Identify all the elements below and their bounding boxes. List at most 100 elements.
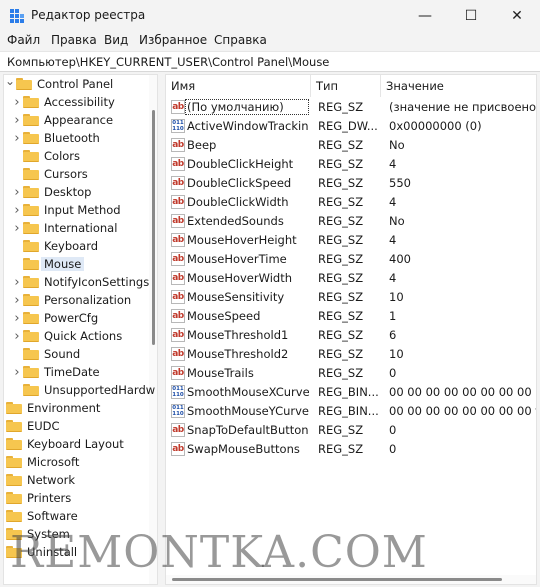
tree-item-label: Environment bbox=[27, 401, 101, 415]
value-row[interactable]: ab DoubleClickSpeed REG_SZ 550 bbox=[166, 174, 536, 193]
chevron-right-icon[interactable]: › bbox=[11, 183, 23, 201]
values-scrollbar-thumb[interactable] bbox=[172, 578, 502, 581]
tree-scrollbar[interactable] bbox=[149, 75, 157, 584]
value-type: REG_SZ bbox=[318, 252, 364, 266]
value-data: 0 bbox=[389, 442, 397, 456]
tree-item[interactable]: › TimeDate bbox=[11, 363, 99, 381]
value-row[interactable]: ab MouseHoverHeight REG_SZ 4 bbox=[166, 231, 536, 250]
column-header-type[interactable]: Тип bbox=[311, 75, 381, 97]
tree-item[interactable]: › Personalization bbox=[11, 291, 131, 309]
value-row[interactable]: ab (По умолчанию) REG_SZ (значение не присв… bbox=[166, 98, 536, 117]
menu-file[interactable]: Файл bbox=[7, 33, 40, 47]
chevron-right-icon[interactable]: › bbox=[11, 219, 23, 237]
folder-icon bbox=[23, 240, 39, 252]
value-row[interactable]: ab MouseSpeed REG_SZ 1 bbox=[166, 307, 536, 326]
tree-item[interactable]: Mouse bbox=[11, 255, 85, 273]
chevron-right-icon[interactable]: › bbox=[11, 273, 23, 291]
value-row[interactable]: ab SwapMouseButtons REG_SZ 0 bbox=[166, 440, 536, 459]
tree-item[interactable]: › Bluetooth bbox=[11, 129, 99, 147]
string-value-icon: ab bbox=[171, 195, 185, 209]
tree-item[interactable]: › International bbox=[11, 219, 117, 237]
menu-favorites[interactable]: Избранное bbox=[139, 33, 207, 47]
value-row[interactable]: ab DoubleClickHeight REG_SZ 4 bbox=[166, 155, 536, 174]
values-list[interactable]: Имя Тип Значение ab (По умолчанию) REG_SZ(… bbox=[165, 74, 537, 585]
menu-view[interactable]: Вид bbox=[104, 33, 128, 47]
value-row[interactable]: ab ExtendedSounds REG_SZ No bbox=[166, 212, 536, 231]
column-header-name[interactable]: Имя bbox=[166, 75, 311, 97]
tree-item[interactable]: EUDC bbox=[4, 417, 60, 435]
value-row[interactable]: 011 110 SmoothMouseXCurve REG_BIN... 00 00 0… bbox=[166, 383, 536, 402]
tree-item[interactable]: Cursors bbox=[11, 165, 88, 183]
folder-icon bbox=[6, 456, 22, 468]
chevron-right-icon[interactable]: › bbox=[11, 93, 23, 111]
tree-item[interactable]: › Quick Actions bbox=[11, 327, 122, 345]
close-button[interactable]: ✕ bbox=[494, 0, 540, 31]
folder-icon bbox=[23, 330, 39, 342]
value-row[interactable]: ab Beep REG_SZ No bbox=[166, 136, 536, 155]
minimize-icon: — bbox=[418, 7, 432, 24]
column-header-value[interactable]: Значение bbox=[381, 75, 536, 97]
folder-icon bbox=[23, 150, 39, 162]
string-value-icon: ab bbox=[171, 214, 185, 228]
pane-splitter[interactable] bbox=[158, 74, 165, 585]
chevron-right-icon[interactable]: › bbox=[11, 111, 23, 129]
string-value-icon: ab bbox=[171, 347, 185, 361]
value-row[interactable]: ab MouseThreshold1 REG_SZ 6 bbox=[166, 326, 536, 345]
folder-icon bbox=[23, 168, 39, 180]
tree-item[interactable]: ⌄ Control Panel bbox=[4, 75, 113, 93]
tree-item[interactable]: Software bbox=[4, 507, 78, 525]
folder-icon bbox=[16, 78, 32, 90]
tree-item[interactable]: › Input Method bbox=[11, 201, 120, 219]
value-row[interactable]: ab DoubleClickWidth REG_SZ 4 bbox=[166, 193, 536, 212]
value-row[interactable]: ab MouseHoverWidth REG_SZ 4 bbox=[166, 269, 536, 288]
chevron-right-icon[interactable]: › bbox=[11, 327, 23, 345]
address-bar[interactable]: Компьютер\HKEY_CURRENT_USER\Control Pane… bbox=[0, 51, 540, 72]
tree-item[interactable]: UnsupportedHardw bbox=[11, 381, 155, 399]
value-row[interactable]: 011 110 SmoothMouseYCurve REG_BIN... 00 00 0… bbox=[166, 402, 536, 421]
chevron-down-icon[interactable]: ⌄ bbox=[4, 75, 16, 90]
tree-item[interactable]: Sound bbox=[11, 345, 80, 363]
value-row[interactable]: ab SnapToDefaultButton REG_SZ 0 bbox=[166, 421, 536, 440]
tree-item[interactable]: › PowerCfg bbox=[11, 309, 98, 327]
chevron-right-icon[interactable]: › bbox=[11, 129, 23, 147]
value-row[interactable]: 011 110 ActiveWindowTracking REG_DW... 0x000… bbox=[166, 117, 536, 136]
tree-item[interactable]: Environment bbox=[4, 399, 100, 417]
value-row[interactable]: ab MouseSensitivity REG_SZ 10 bbox=[166, 288, 536, 307]
tree-item[interactable]: › Accessibility bbox=[11, 93, 115, 111]
tree-scrollbar-thumb[interactable] bbox=[152, 110, 155, 345]
folder-icon bbox=[23, 294, 39, 306]
value-data: 10 bbox=[389, 347, 404, 361]
minimize-button[interactable]: — bbox=[402, 0, 448, 31]
value-data: 0 bbox=[389, 366, 397, 380]
tree-item[interactable]: › Appearance bbox=[11, 111, 113, 129]
value-name: DoubleClickHeight bbox=[187, 157, 294, 171]
menu-edit[interactable]: Правка bbox=[51, 33, 97, 47]
value-type: REG_SZ bbox=[318, 290, 364, 304]
tree-item[interactable]: Keyboard bbox=[11, 237, 98, 255]
registry-tree[interactable]: ⌄ Control Panel › Accessibility › Appearance ›… bbox=[3, 74, 158, 585]
tree-item[interactable]: Network bbox=[4, 471, 75, 489]
chevron-right-icon[interactable]: › bbox=[11, 309, 23, 327]
tree-item[interactable]: › NotifyIconSettings bbox=[11, 273, 149, 291]
tree-item[interactable]: Keyboard Layout bbox=[4, 435, 124, 453]
value-type: REG_SZ bbox=[318, 157, 364, 171]
tree-item-label: Accessibility bbox=[44, 95, 115, 109]
values-horizontal-scrollbar[interactable] bbox=[166, 575, 536, 584]
value-row[interactable]: ab MouseTrails REG_SZ 0 bbox=[166, 364, 536, 383]
menu-help[interactable]: Справка bbox=[214, 33, 267, 47]
chevron-right-icon[interactable]: › bbox=[11, 201, 23, 219]
tree-item[interactable]: Printers bbox=[4, 489, 71, 507]
tree-item[interactable]: System bbox=[4, 525, 70, 543]
chevron-right-icon[interactable]: › bbox=[11, 291, 23, 309]
tree-item[interactable]: Colors bbox=[11, 147, 80, 165]
maximize-button[interactable]: ☐ bbox=[448, 0, 494, 31]
tree-item-label: Keyboard bbox=[44, 239, 99, 253]
value-row[interactable]: ab MouseHoverTime REG_SZ 400 bbox=[166, 250, 536, 269]
chevron-right-icon[interactable]: › bbox=[11, 363, 23, 381]
tree-item[interactable]: › Desktop bbox=[11, 183, 91, 201]
title-bar: Редактор реестра — ☐ ✕ bbox=[0, 0, 540, 31]
value-row[interactable]: ab MouseThreshold2 REG_SZ 10 bbox=[166, 345, 536, 364]
tree-item[interactable]: Microsoft bbox=[4, 453, 79, 471]
tree-item[interactable]: Uninstall bbox=[4, 543, 77, 561]
